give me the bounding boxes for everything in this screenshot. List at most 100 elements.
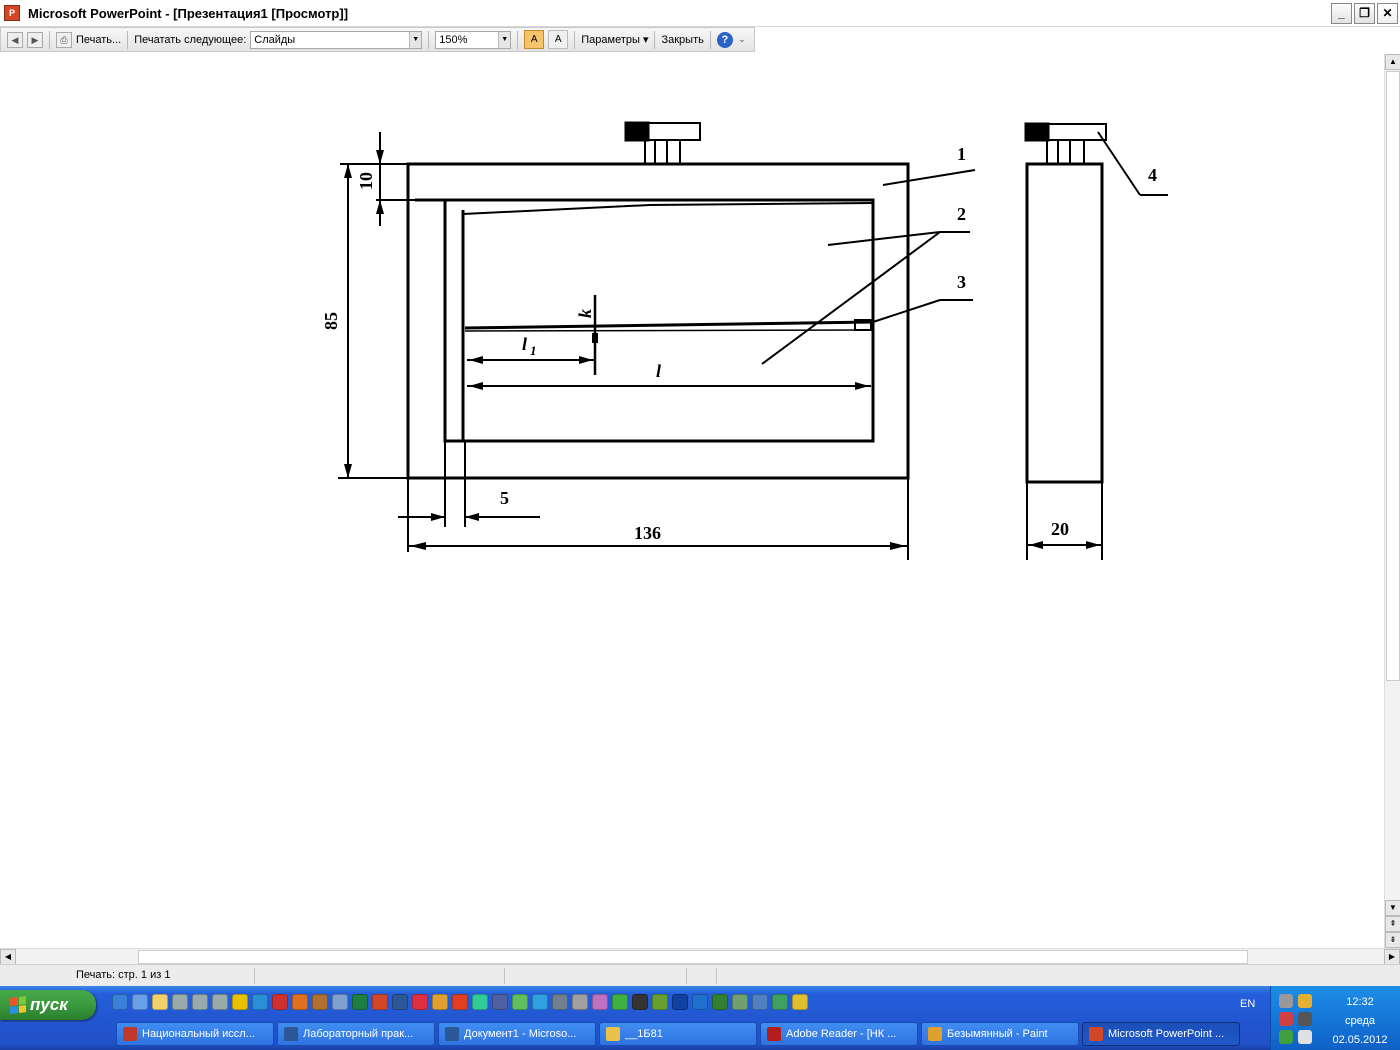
task-button[interactable]: Документ1 - Microso... [438, 1022, 596, 1046]
app-icon[interactable] [572, 994, 588, 1010]
clock[interactable]: 12:32 среда 02.05.2012 [1323, 993, 1397, 1050]
task-label: Microsoft PowerPoint ... [1108, 1028, 1225, 1040]
toolbar-options-icon[interactable]: ⌄ [737, 32, 747, 48]
app-icon[interactable] [452, 994, 468, 1010]
drive-icon[interactable] [212, 994, 228, 1010]
task-button[interactable]: __1Б81 [599, 1022, 757, 1046]
app-icon[interactable] [652, 994, 668, 1010]
opera-icon[interactable] [272, 994, 288, 1010]
powerpoint-app-icon[interactable]: P [4, 5, 20, 21]
label-part-3: 3 [957, 272, 966, 292]
status-divider [254, 968, 255, 984]
app-icon[interactable] [532, 994, 548, 1010]
chevron-down-icon[interactable]: ▼ [498, 31, 511, 48]
app-icon[interactable] [692, 994, 708, 1010]
db-icon[interactable] [672, 994, 688, 1010]
ie-icon[interactable] [112, 994, 128, 1010]
vertical-scrollbar[interactable]: ▲ ▼ ⇞ ⇟ [1384, 54, 1400, 948]
app-icon[interactable] [732, 994, 748, 1010]
label-dim-20: 20 [1051, 519, 1069, 539]
task-button[interactable]: Adobe Reader - [НК ... [760, 1022, 918, 1046]
portrait-toggle-icon[interactable]: A [548, 30, 569, 49]
tool-icon[interactable] [312, 994, 328, 1010]
app-icon[interactable] [592, 994, 608, 1010]
task-button[interactable]: Безымянный - Paint [921, 1022, 1079, 1046]
scroll-left-icon[interactable]: ◀ [0, 949, 16, 965]
system-tray: 12:32 среда 02.05.2012 [1270, 986, 1400, 1050]
ie-icon[interactable] [252, 994, 268, 1010]
app-icon[interactable] [412, 994, 428, 1010]
help-icon[interactable]: ? [716, 31, 733, 48]
print-what-select[interactable]: Слайды ▼ [250, 30, 423, 49]
scroll-up-icon[interactable]: ▲ [1385, 54, 1400, 70]
zoom-select[interactable]: 150% ▼ [435, 30, 512, 49]
task-button-active[interactable]: Microsoft PowerPoint ... [1082, 1022, 1240, 1046]
status-bar: Печать: стр. 1 из 1 [0, 964, 1400, 986]
label-k: k [575, 309, 595, 318]
app-icon[interactable] [512, 994, 528, 1010]
task-icon [123, 1027, 137, 1041]
paint-icon[interactable] [432, 994, 448, 1010]
tray-icon[interactable] [1298, 1012, 1312, 1026]
toolbar-separator [709, 30, 711, 49]
label-part-4: 4 [1148, 165, 1157, 185]
firefox-icon[interactable] [292, 994, 308, 1010]
scroll-right-icon[interactable]: ▶ [1384, 949, 1400, 965]
task-button[interactable]: Национальный иссл... [116, 1022, 274, 1046]
next-page-icon[interactable]: ▶ [27, 31, 43, 48]
label-dim-5: 5 [500, 488, 509, 508]
calculator-icon[interactable] [632, 994, 648, 1010]
app-icon[interactable] [612, 994, 628, 1010]
start-button[interactable]: пуск [0, 990, 96, 1020]
app-icon[interactable] [552, 994, 568, 1010]
options-menu-button[interactable]: Параметры ▾ [581, 33, 648, 46]
drive-icon[interactable] [192, 994, 208, 1010]
side-screw-body [1046, 139, 1085, 165]
minimize-button[interactable]: _ [1331, 3, 1352, 24]
tray-icon[interactable] [1279, 1030, 1293, 1044]
powerpoint-icon[interactable] [372, 994, 388, 1010]
task-button[interactable]: Лабораторный прак... [277, 1022, 435, 1046]
excel-icon[interactable] [352, 994, 368, 1010]
task-icon [284, 1027, 298, 1041]
language-indicator[interactable]: EN [1240, 998, 1255, 1010]
window-controls: _ ❐ ✕ [1331, 3, 1398, 24]
landscape-toggle-icon[interactable]: A [524, 30, 545, 49]
horizontal-scrollbar[interactable]: ◀ ▶ [0, 948, 1400, 965]
restore-button[interactable]: ❐ [1354, 3, 1375, 24]
drive-icon[interactable] [172, 994, 188, 1010]
vertical-scroll-thumb[interactable] [1386, 71, 1400, 681]
toolbar-separator [517, 30, 519, 49]
plate-top [462, 202, 874, 215]
tray-icon[interactable] [1279, 1012, 1293, 1026]
previous-page-icon[interactable]: ◀ [7, 31, 23, 48]
folder-icon[interactable] [152, 994, 168, 1010]
next-slide-icon[interactable]: ⇟ [1385, 932, 1400, 948]
app-icon[interactable] [712, 994, 728, 1010]
tray-icon[interactable] [1298, 1030, 1312, 1044]
close-window-button[interactable]: ✕ [1377, 3, 1398, 24]
tray-icon[interactable] [1279, 994, 1293, 1008]
horizontal-scroll-thumb[interactable] [138, 950, 1248, 964]
tray-icon[interactable] [1298, 994, 1312, 1008]
task-list: Национальный иссл... Лабораторный прак..… [116, 1022, 1240, 1046]
crack-line-lower [464, 329, 874, 332]
chrome-icon[interactable] [792, 994, 808, 1010]
label-l1: l [522, 334, 527, 354]
messenger-icon[interactable] [132, 994, 148, 1010]
print-button[interactable]: Печать... [76, 34, 121, 46]
app-icon[interactable] [492, 994, 508, 1010]
printer-icon[interactable]: ⎙ [56, 31, 72, 48]
app-icon[interactable] [752, 994, 768, 1010]
toolbar-separator [654, 30, 656, 49]
app-icon[interactable] [772, 994, 788, 1010]
app-icon[interactable] [472, 994, 488, 1010]
word-icon[interactable] [392, 994, 408, 1010]
scroll-down-icon[interactable]: ▼ [1385, 900, 1400, 916]
task-label: Безымянный - Paint [947, 1028, 1048, 1040]
chevron-down-icon[interactable]: ▼ [409, 31, 422, 48]
app-icon[interactable] [232, 994, 248, 1010]
close-preview-button[interactable]: Закрыть [661, 34, 703, 46]
notepad-icon[interactable] [332, 994, 348, 1010]
previous-slide-icon[interactable]: ⇞ [1385, 916, 1400, 932]
